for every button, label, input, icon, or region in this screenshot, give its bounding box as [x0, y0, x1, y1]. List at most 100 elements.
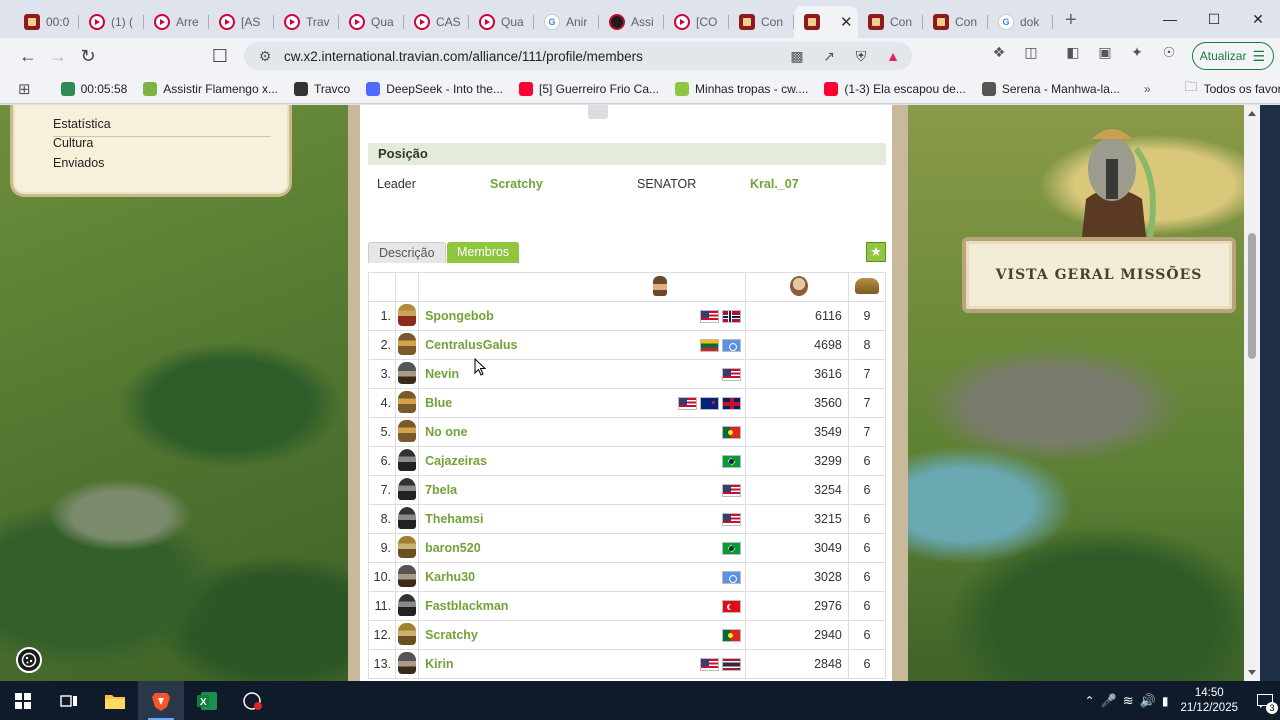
- submenu-item-culture[interactable]: Cultura: [53, 136, 271, 150]
- site-info-icon[interactable]: ⚙: [256, 47, 274, 65]
- bookmark-item[interactable]: Assistir Flamengo x...: [135, 81, 286, 96]
- member-name-link[interactable]: Blue: [425, 396, 452, 410]
- vpn-icon[interactable]: ☉: [1160, 43, 1178, 61]
- leo-ai-icon[interactable]: ✦: [1128, 43, 1146, 61]
- browser-tab[interactable]: Qua: [339, 6, 404, 38]
- member-name-link[interactable]: Thehamsi: [425, 512, 483, 526]
- update-button[interactable]: Atualizar ☰: [1191, 42, 1274, 70]
- position-name-2[interactable]: Kral._07: [750, 177, 799, 191]
- cookie-settings-icon[interactable]: [16, 647, 42, 673]
- all-bookmarks[interactable]: 🗀 Todos os favoritos: [1177, 78, 1280, 100]
- member-name-link[interactable]: CentralusGalus: [425, 338, 517, 352]
- more-bookmarks-icon[interactable]: »: [1136, 82, 1159, 96]
- task-view-icon[interactable]: [46, 681, 92, 720]
- bookmark-item[interactable]: DeepSeek - Into the...: [358, 81, 511, 96]
- submenu-item-sent[interactable]: Enviados: [53, 156, 271, 170]
- file-explorer-icon[interactable]: [92, 681, 138, 720]
- bookmark-item[interactable]: (1-3) Ela escapou de...: [816, 81, 973, 96]
- bookmark-item[interactable]: 00:05:58: [53, 81, 136, 96]
- bookmark-item[interactable]: Serena - Manhwa-la...: [974, 81, 1128, 96]
- member-name-link[interactable]: Kirin: [425, 657, 453, 671]
- browser-tab[interactable]: Qua: [469, 6, 534, 38]
- extensions-icon[interactable]: ❖: [990, 43, 1008, 61]
- notifications-icon[interactable]: 3: [1250, 681, 1280, 720]
- maximize-button[interactable]: ☐: [1192, 0, 1236, 38]
- excel-icon[interactable]: X: [184, 681, 230, 720]
- wifi-icon[interactable]: ≋: [1123, 693, 1134, 709]
- member-name-link[interactable]: Nevin: [425, 367, 459, 381]
- member-name-link[interactable]: Karhu30: [425, 570, 475, 584]
- sidebar-icon[interactable]: ◧: [1064, 43, 1082, 61]
- member-name-link[interactable]: baron520: [425, 541, 481, 555]
- favorite-star-icon[interactable]: ★: [866, 242, 886, 262]
- bookmark-item[interactable]: Minhas tropas - cw....: [667, 81, 816, 96]
- brave-shields-icon[interactable]: ⛨: [852, 47, 870, 65]
- browser-tab[interactable]: Con: [923, 6, 988, 38]
- wallet-icon[interactable]: ▣: [1096, 43, 1114, 61]
- forward-button[interactable]: →: [44, 42, 72, 70]
- member-name-link[interactable]: No one: [425, 425, 467, 439]
- browser-tab[interactable]: [AS: [209, 6, 274, 38]
- browser-tab[interactable]: Trav: [274, 6, 339, 38]
- member-name-link[interactable]: Fastblackman: [425, 599, 508, 613]
- browser-tab[interactable]: ✕: [794, 6, 858, 38]
- scrollbar-thumb[interactable]: [1248, 233, 1256, 359]
- browser-tab[interactable]: CAS: [404, 6, 469, 38]
- country-flag-icon: [721, 339, 741, 352]
- battery-icon[interactable]: ▮: [1162, 694, 1169, 708]
- country-flag-icon: [721, 397, 741, 410]
- microphone-icon[interactable]: 🎤: [1101, 693, 1117, 709]
- close-tab-icon[interactable]: ✕: [840, 13, 853, 31]
- back-button[interactable]: ←: [14, 42, 42, 70]
- reload-button[interactable]: ↻: [74, 42, 102, 70]
- browser-tab[interactable]: Assi: [599, 6, 664, 38]
- country-flag-icon: [721, 484, 741, 497]
- position-name-1[interactable]: Scratchy: [490, 177, 543, 191]
- browser-tab[interactable]: Con: [858, 6, 923, 38]
- member-name-link[interactable]: Spongebob: [425, 309, 494, 323]
- submenu-item-statistics[interactable]: Estatística: [53, 117, 271, 137]
- tab-description[interactable]: Descrição: [368, 242, 446, 263]
- close-window-button[interactable]: ✕: [1236, 0, 1280, 38]
- member-name-link[interactable]: Scratchy: [425, 628, 478, 642]
- travian-icon: [739, 14, 755, 30]
- bookmarks-bar: ⊞ 00:05:58 Assistir Flamengo x... Travco De…: [0, 74, 1280, 104]
- browser-tab[interactable]: Gdok: [988, 6, 1053, 38]
- bookmark-item[interactable]: [5] Guerreiro Frio Ca...: [511, 81, 667, 96]
- member-name-link[interactable]: 7bela: [425, 483, 457, 497]
- new-tab-button[interactable]: +: [1065, 9, 1077, 32]
- tab-members[interactable]: Membros: [447, 242, 520, 263]
- mission-overview-button[interactable]: VISTA GERAL MISSÕES: [962, 237, 1236, 313]
- browser-tab[interactable]: Con: [729, 6, 794, 38]
- member-tribe-cell: [395, 533, 420, 563]
- member-tribe-cell: [395, 649, 420, 679]
- member-rank: 4.: [367, 388, 397, 418]
- browser-tab[interactable]: (1) (: [79, 6, 144, 38]
- install-app-icon[interactable]: ▩: [788, 47, 806, 65]
- brave-rewards-icon[interactable]: ▲: [884, 47, 902, 65]
- country-flag-icon: [721, 629, 741, 642]
- travian-clock-icon: [24, 14, 40, 30]
- bookmark-icon[interactable]: ☐: [206, 42, 234, 70]
- windows-start-icon[interactable]: [0, 681, 46, 720]
- scroll-up-icon[interactable]: [1248, 111, 1256, 116]
- browser-tab[interactable]: 00:0: [14, 6, 79, 38]
- url-bar[interactable]: ⚙ cw.x2.international.travian.com/allian…: [244, 42, 912, 70]
- system-clock[interactable]: 14:50 21/12/2025: [1180, 686, 1238, 716]
- bookmark-item[interactable]: Travco: [286, 81, 358, 96]
- minimize-button[interactable]: —: [1148, 0, 1192, 38]
- share-icon[interactable]: ↗: [820, 47, 838, 65]
- show-hidden-icons-icon[interactable]: ⌃: [1084, 694, 1094, 708]
- browser-tab[interactable]: G Anir: [534, 6, 599, 38]
- reading-list-icon[interactable]: ◫: [1022, 43, 1040, 61]
- browser-tab[interactable]: Arre: [144, 6, 209, 38]
- browser-tab[interactable]: [CO: [664, 6, 729, 38]
- apps-icon[interactable]: ⊞: [0, 80, 39, 98]
- brave-browser-icon[interactable]: [138, 681, 184, 720]
- scroll-down-icon[interactable]: [1248, 670, 1256, 675]
- recording-app-icon[interactable]: [230, 681, 276, 720]
- member-name-link[interactable]: Cajazeiras: [425, 454, 487, 468]
- bookmark-favicon-icon: [366, 81, 381, 96]
- volume-icon[interactable]: 🔊: [1140, 693, 1156, 709]
- page-scrollbar[interactable]: [1244, 105, 1260, 681]
